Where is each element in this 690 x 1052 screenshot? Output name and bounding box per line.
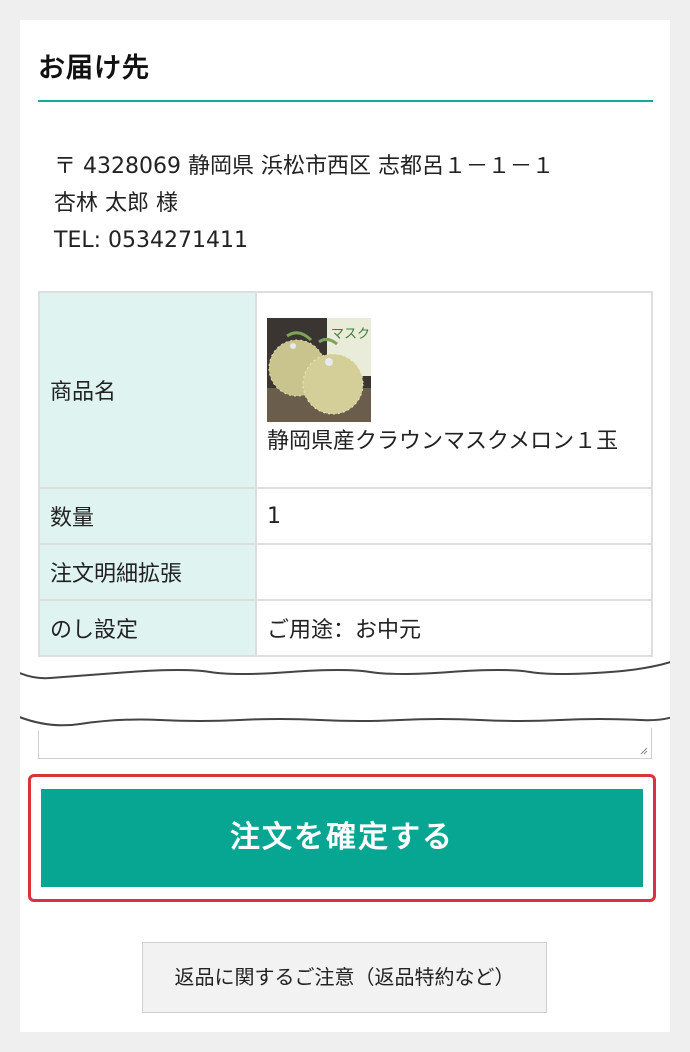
section-divider (38, 100, 653, 102)
row-label-product-name: 商品名 (38, 291, 257, 489)
recipient-name: 杏林 太郎 様 (54, 191, 178, 216)
recipient-phone: TEL: 0534271411 (54, 228, 248, 253)
product-cell: マスクメロン 静岡県産クラウンマスクメロン１玉 (255, 291, 653, 489)
shipping-address-block: 〒 4328069 静岡県 浜松市西区 志都呂１－１－１ 杏林 太郎 様 TEL… (54, 148, 554, 259)
page-cut-wave (20, 658, 670, 732)
table-row: のし設定 ご用途：お中元 (38, 599, 653, 657)
order-confirmation-card: お届け先 〒 4328069 静岡県 浜松市西区 志都呂１－１－１ 杏林 太郎 … (20, 20, 670, 1032)
row-label-noshi: のし設定 (38, 599, 257, 657)
quantity-value: 1 (255, 487, 653, 545)
table-row: 商品名 マスクメロン 静岡県産クラウンマスクメロン１玉 (38, 291, 653, 489)
postal-address: 〒 4328069 静岡県 浜松市西区 志都呂１－１－１ (54, 154, 554, 179)
row-label-quantity: 数量 (38, 487, 257, 545)
confirm-order-button[interactable]: 注文を確定する (41, 789, 643, 887)
confirm-highlight-frame: 注文を確定する (28, 774, 656, 902)
table-row: 注文明細拡張 (38, 543, 653, 601)
shipping-section-title: お届け先 (38, 53, 150, 84)
product-name: 静岡県産クラウンマスクメロン１玉 (267, 429, 619, 454)
noshi-value: ご用途：お中元 (255, 599, 653, 657)
order-details-table: 商品名 マスクメロン 静岡県産クラウンマスクメロン１玉 (38, 291, 653, 657)
row-label-order-extension: 注文明細拡張 (38, 543, 257, 601)
table-row: 数量 1 (38, 487, 653, 545)
package-label-text: マスクメロン (331, 327, 371, 342)
melon-product-photo: マスクメロン (267, 318, 371, 422)
order-extension-value (255, 543, 653, 601)
return-policy-button[interactable]: 返品に関するご注意（返品特約など） (142, 942, 547, 1013)
